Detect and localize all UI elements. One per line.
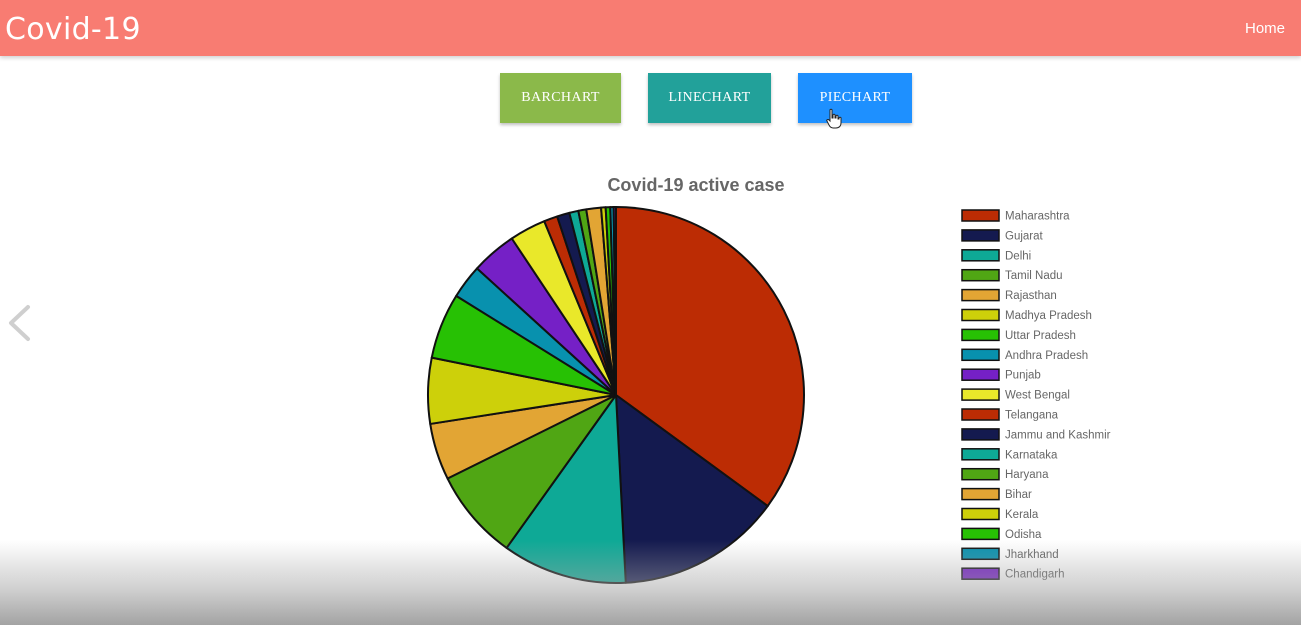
legend-label[interactable]: Jharkhand bbox=[1005, 549, 1059, 561]
legend-label[interactable]: West Bengal bbox=[1005, 390, 1070, 402]
legend-swatch bbox=[961, 368, 1000, 381]
legend-swatch bbox=[961, 448, 1000, 461]
legend-label[interactable]: Odisha bbox=[1005, 529, 1042, 541]
legend-swatch bbox=[961, 428, 1000, 441]
legend-label[interactable]: Andhra Pradesh bbox=[1005, 350, 1088, 362]
legend-label[interactable]: Maharashtra bbox=[1005, 211, 1070, 223]
pie-chart: Covid-19 active case Maharashtra Gujarat D… bbox=[427, 175, 1111, 584]
legend-swatch bbox=[961, 487, 1000, 501]
legend-swatch bbox=[961, 507, 1000, 521]
legend-label[interactable]: Bihar bbox=[1005, 489, 1032, 501]
legend-label[interactable]: Haryana bbox=[1005, 469, 1049, 481]
legend-swatch bbox=[961, 547, 1000, 561]
legend-swatch bbox=[961, 328, 1000, 342]
legend-swatch bbox=[961, 308, 1000, 322]
legend-label[interactable]: Telangana bbox=[1005, 410, 1059, 422]
legend-label[interactable]: Chandigarh bbox=[1005, 569, 1064, 581]
legend-swatch bbox=[961, 229, 1000, 242]
legend-label[interactable]: Jammu and Kashmir bbox=[1005, 429, 1111, 441]
legend-swatch bbox=[961, 268, 1000, 282]
legend-swatch bbox=[961, 288, 1000, 302]
legend-label[interactable]: Delhi bbox=[1005, 250, 1031, 262]
legend-swatch bbox=[961, 209, 1000, 222]
legend-label[interactable]: Punjab bbox=[1005, 370, 1041, 382]
legend-label[interactable]: Karnataka bbox=[1005, 449, 1058, 461]
legend-swatch bbox=[961, 567, 1000, 580]
legend-swatch bbox=[961, 408, 1000, 421]
cursor-hand-icon bbox=[826, 108, 842, 129]
legend-label[interactable]: Kerala bbox=[1005, 509, 1039, 521]
legend-label[interactable]: Uttar Pradesh bbox=[1005, 330, 1076, 342]
legend-swatch bbox=[961, 348, 1000, 362]
legend-label[interactable]: Tamil Nadu bbox=[1005, 270, 1063, 282]
legend-label[interactable]: Gujarat bbox=[1005, 230, 1044, 242]
chart-title: Covid-19 active case bbox=[607, 175, 784, 195]
legend-label[interactable]: Rajasthan bbox=[1005, 290, 1057, 302]
legend-swatch bbox=[961, 388, 1000, 401]
legend-swatch bbox=[961, 249, 1000, 262]
legend-swatch bbox=[961, 467, 1000, 481]
legend-label[interactable]: Madhya Pradesh bbox=[1005, 310, 1092, 322]
legend-swatch bbox=[961, 527, 1000, 541]
